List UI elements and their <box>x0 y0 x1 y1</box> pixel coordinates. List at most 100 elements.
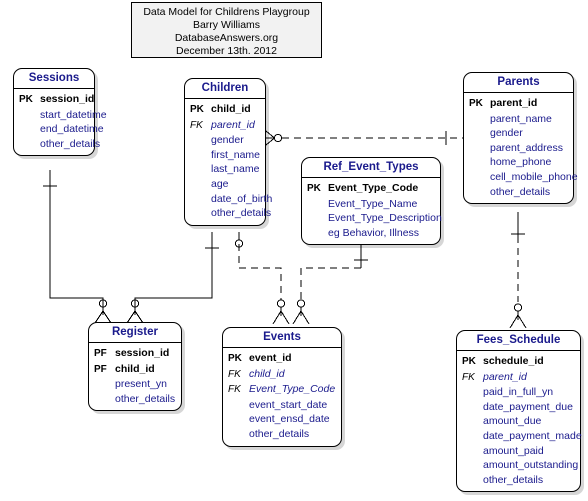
attribute-name: session_id <box>115 347 170 359</box>
attribute-name: end_datetime <box>40 123 104 136</box>
attribute-row: event_ensd_date <box>223 412 341 427</box>
attribute-name: age <box>211 177 229 190</box>
attribute-row: FK parent_id <box>185 118 265 134</box>
key-marker: FK <box>462 371 475 383</box>
attribute-row: present_yn <box>89 377 181 392</box>
attribute-name: Event_Type_Description <box>328 212 442 225</box>
attribute-name: date_payment_made <box>483 429 582 442</box>
attribute-row: gender <box>185 133 265 148</box>
attribute-row: age <box>185 177 265 192</box>
attribute-row: other_details <box>457 473 580 488</box>
attribute-name: other_details <box>40 137 101 150</box>
author-line: Barry Williams <box>192 19 261 31</box>
key-marker: FK <box>228 384 241 396</box>
attribute-row: FK child_id <box>223 367 341 383</box>
attribute-name: child_id <box>211 103 251 115</box>
entity-ref-event-types-attributes: PK Event_Type_Code Event_Type_Name Event… <box>302 178 442 244</box>
attribute-row: event_start_date <box>223 398 341 413</box>
entity-events-attributes: PK event_id FK child_id FK Event_Type_Co… <box>223 348 341 446</box>
attribute-row: date_payment_made <box>457 429 582 444</box>
entity-fees-schedule[interactable]: Fees_Schedule PK schedule_id FK parent_i… <box>456 330 582 493</box>
entity-sessions-title: Sessions <box>14 69 94 89</box>
attribute-row: PK parent_id <box>464 96 573 112</box>
attribute-name: date_payment_due <box>483 400 573 413</box>
attribute-name: parent_id <box>211 118 255 131</box>
attribute-name: last_name <box>211 163 260 176</box>
relationship-children-register <box>126 232 219 324</box>
attribute-row: PF session_id <box>89 346 181 362</box>
attribute-name: amount_due <box>483 415 542 428</box>
entity-children-attributes: PK child_id FK parent_id gender first_na… <box>185 99 272 225</box>
entity-fees-schedule-attributes: PK schedule_id FK parent_id paid_in_full… <box>457 351 582 491</box>
attribute-name: present_yn <box>115 378 167 391</box>
attribute-name: first_name <box>211 148 261 161</box>
attribute-row: date_of_birth <box>185 192 272 207</box>
entity-events-title: Events <box>223 328 341 348</box>
relationship-sessions-register <box>43 170 112 324</box>
attribute-name: child_id <box>249 367 285 380</box>
attribute-name: other_details <box>483 473 544 486</box>
attribute-name: parent_address <box>490 141 563 154</box>
attribute-row: parent_address <box>464 141 573 156</box>
key-marker: PF <box>94 363 107 375</box>
attribute-row: amount_outstanding <box>457 458 580 473</box>
attribute-name: Event_Type_Code <box>249 383 336 396</box>
key-marker: FK <box>228 368 241 380</box>
entity-register[interactable]: Register PF session_id PF child_id prese… <box>88 322 182 412</box>
attribute-name: paid_in_full_yn <box>483 386 554 399</box>
attribute-row: PK schedule_id <box>457 354 580 370</box>
entity-children-title: Children <box>185 79 265 99</box>
attribute-row: parent_name <box>464 112 573 127</box>
key-marker: PK <box>228 353 242 364</box>
relationship-parents-feesschedule <box>509 212 527 329</box>
attribute-row: other_details <box>14 137 100 152</box>
attribute-row: home_phone <box>464 155 573 170</box>
attribute-row: Event_Type_Name <box>302 197 440 212</box>
entity-parents[interactable]: Parents PK parent_id parent_name gender … <box>463 72 578 205</box>
entity-ref-event-types[interactable]: Ref_Event_Types PK Event_Type_Code Event… <box>301 157 442 246</box>
key-marker: PK <box>307 183 321 194</box>
attribute-name: cell_mobile_phone <box>490 170 578 183</box>
key-marker: PK <box>190 104 204 115</box>
entity-children[interactable]: Children PK child_id FK parent_id gender… <box>184 78 272 226</box>
key-marker: PF <box>94 348 107 359</box>
attribute-name: other_details <box>490 185 551 198</box>
attribute-name: parent_id <box>490 97 538 109</box>
date-line: December 13th. 2012 <box>176 45 277 57</box>
attribute-row: cell_mobile_phone <box>464 170 578 185</box>
attribute-row: amount_paid <box>457 444 580 459</box>
relationship-children-parents <box>265 130 463 146</box>
attribute-row: amount_due <box>457 414 580 429</box>
attribute-name: gender <box>211 134 244 147</box>
entity-sessions[interactable]: Sessions PK session_id start_datetime en… <box>13 68 107 157</box>
entity-fees-schedule-title: Fees_Schedule <box>457 331 580 351</box>
attribute-name: parent_name <box>490 112 552 125</box>
attribute-name: other_details <box>249 427 310 440</box>
relationship-refeventtypes-events <box>292 244 368 325</box>
attribute-row: PK Event_Type_Code <box>302 181 440 197</box>
attribute-name: gender <box>490 127 523 140</box>
attribute-row: other_details <box>185 206 271 221</box>
source-line: DatabaseAnswers.org <box>174 32 279 44</box>
attribute-row: date_payment_due <box>457 400 580 415</box>
attribute-name: event_start_date <box>249 398 328 411</box>
entity-events[interactable]: Events PK event_id FK child_id FK Event_… <box>222 327 342 447</box>
entity-sessions-attributes: PK session_id start_datetime end_datetim… <box>14 89 107 155</box>
key-marker: PK <box>469 98 483 109</box>
attribute-name: home_phone <box>490 156 552 169</box>
attribute-name: other_details <box>115 392 176 405</box>
attribute-row: PK session_id <box>14 92 94 108</box>
attribute-name: Event_Type_Code <box>328 182 419 194</box>
diagram-title-block: Data Model for Childrens Playgroup Barry… <box>131 2 322 58</box>
title-line: Data Model for Childrens Playgroup <box>143 6 310 18</box>
key-marker: FK <box>190 119 203 131</box>
attribute-name: eg Behavior, Illness <box>328 226 420 239</box>
key-marker: PK <box>19 94 33 105</box>
attribute-row: PF child_id <box>89 362 181 378</box>
attribute-row: paid_in_full_yn <box>457 385 580 400</box>
attribute-name: event_ensd_date <box>249 413 330 426</box>
attribute-row: other_details <box>89 392 181 407</box>
entity-parents-attributes: PK parent_id parent_name gender parent_a… <box>464 93 578 203</box>
entity-ref-event-types-title: Ref_Event_Types <box>302 158 440 178</box>
attribute-row: end_datetime <box>14 122 104 137</box>
